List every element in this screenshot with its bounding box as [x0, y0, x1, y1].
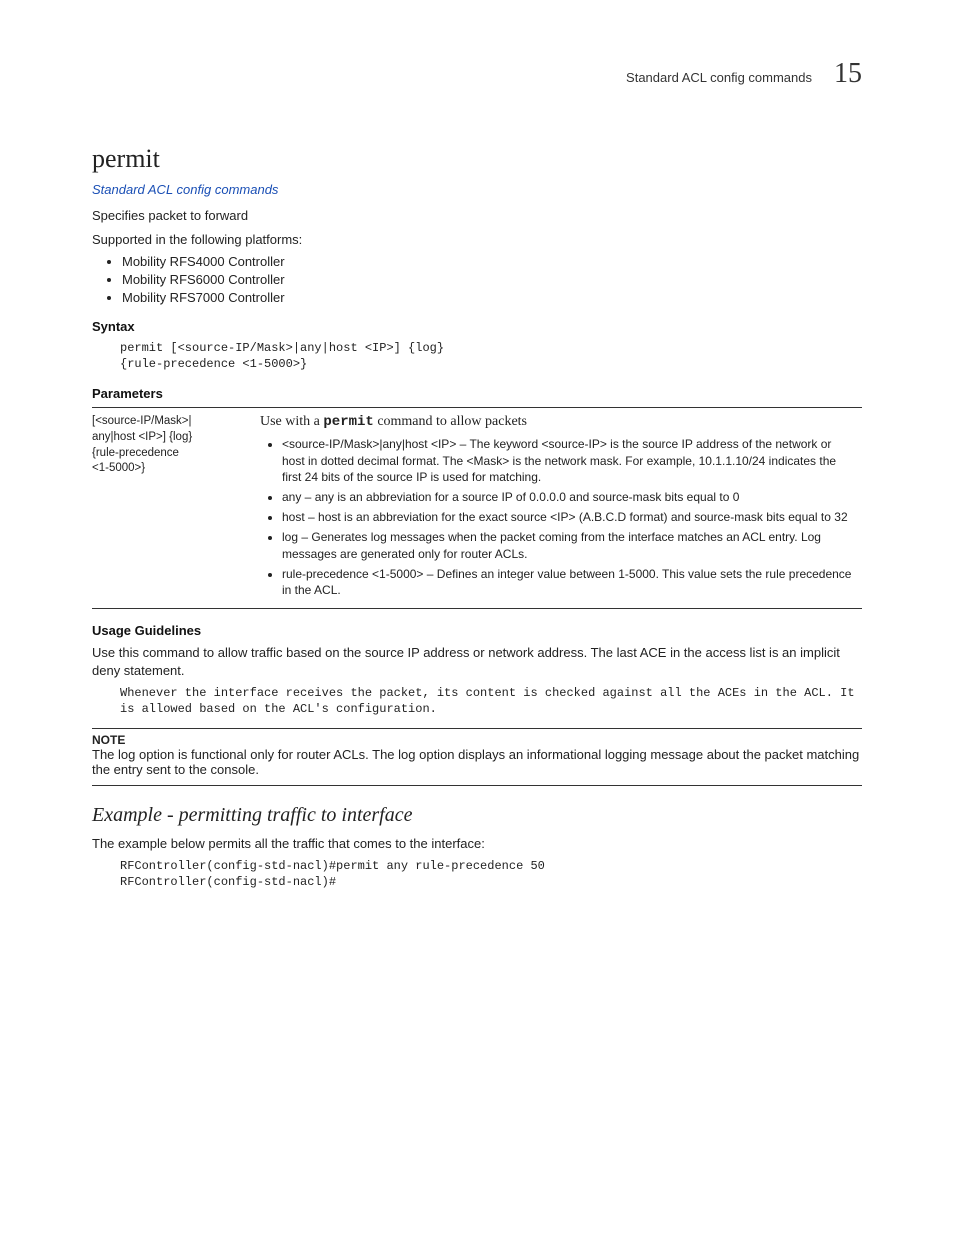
parameters-table: [<source-IP/Mask>| any|host <IP>] {log} …: [92, 407, 862, 609]
chapter-number: 15: [834, 58, 862, 90]
note-label: NOTE: [92, 733, 862, 747]
example-code: RFController(config-std-nacl)#permit any…: [120, 858, 862, 890]
example-text: The example below permits all the traffi…: [92, 835, 862, 853]
note-block: NOTE The log option is functional only f…: [92, 728, 862, 786]
running-header-text: Standard ACL config commands: [626, 70, 812, 85]
usage-text: Use this command to allow traffic based …: [92, 644, 862, 679]
list-item: host – host is an abbreviation for the e…: [282, 509, 854, 525]
breadcrumb-link[interactable]: Standard ACL config commands: [92, 182, 862, 197]
command-keyword: permit: [323, 414, 373, 430]
syntax-heading: Syntax: [92, 319, 862, 334]
list-item: log – Generates log messages when the pa…: [282, 529, 854, 561]
syntax-code: permit [<source-IP/Mask>|any|host <IP>] …: [120, 340, 862, 372]
text: command to allow packets: [374, 414, 527, 429]
example-heading: Example - permitting traffic to interfac…: [92, 804, 862, 827]
intro-line-1: Specifies packet to forward: [92, 207, 862, 225]
param-description-cell: Use with a permit command to allow packe…: [260, 408, 862, 609]
note-text: The log option is functional only for ro…: [92, 747, 862, 777]
param-description-intro: Use with a permit command to allow packe…: [260, 414, 854, 430]
document-page: Standard ACL config commands 15 permit S…: [0, 0, 954, 1235]
list-item: Mobility RFS6000 Controller: [122, 272, 862, 287]
list-item: Mobility RFS4000 Controller: [122, 254, 862, 269]
command-title: permit: [92, 144, 862, 174]
list-item: any – any is an abbreviation for a sourc…: [282, 489, 854, 505]
list-item: rule-precedence <1-5000> – Defines an in…: [282, 566, 854, 598]
running-header: Standard ACL config commands 15: [92, 58, 862, 90]
param-syntax-cell: [<source-IP/Mask>| any|host <IP>] {log} …: [92, 408, 260, 609]
platform-list: Mobility RFS4000 Controller Mobility RFS…: [92, 254, 862, 305]
list-item: Mobility RFS7000 Controller: [122, 290, 862, 305]
usage-heading: Usage Guidelines: [92, 623, 862, 638]
intro-line-2: Supported in the following platforms:: [92, 231, 862, 249]
usage-code: Whenever the interface receives the pack…: [120, 685, 862, 717]
text: Use with a: [260, 414, 323, 429]
param-items-list: <source-IP/Mask>|any|host <IP> – The key…: [260, 436, 854, 598]
list-item: <source-IP/Mask>|any|host <IP> – The key…: [282, 436, 854, 485]
parameters-heading: Parameters: [92, 386, 862, 401]
